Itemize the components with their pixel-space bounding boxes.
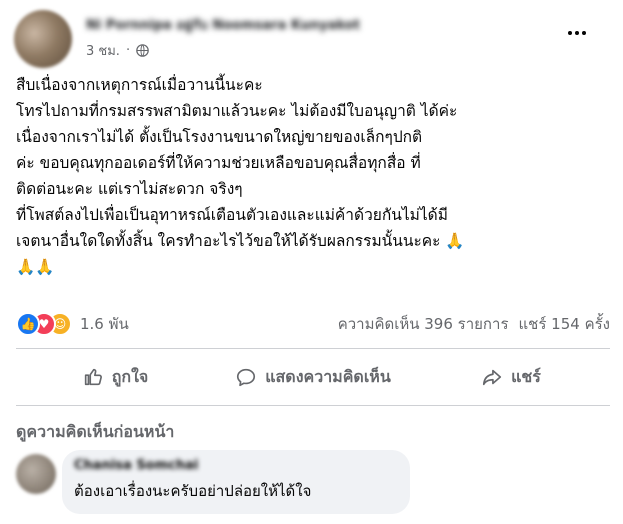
- commenter-avatar[interactable]: [16, 454, 56, 494]
- post-line: ค่ะ ขอบคุณทุกออเดอร์ที่ให้ความช่วยเหลือข…: [16, 154, 421, 172]
- post-meta: 3 ชม. ·: [86, 40, 149, 61]
- post-line: ที่โพสต์ลงไปเพื่อเป็นอุทาหรณ์เตือนตัวเอง…: [16, 206, 448, 224]
- share-button[interactable]: แชร์: [412, 357, 610, 397]
- like-button[interactable]: ถูกใจ: [16, 357, 214, 397]
- share-count[interactable]: แชร์ 154 ครั้ง: [519, 312, 611, 336]
- post-actions: ถูกใจ แสดงความคิดเห็น แชร์: [16, 357, 610, 397]
- comment-bubble: Chanisa Somchai ต้องเอาเรื่องนะครับอย่าป…: [62, 450, 410, 514]
- post-line: เนื่องจากเราไม่ได้ ตั้งเป็นโรงงานขนาดใหญ…: [16, 128, 423, 146]
- share-label: แชร์: [511, 366, 541, 386]
- share-icon: [483, 369, 502, 386]
- post-line: สืบเนื่องจากเหตุการณ์เมื่อวานนี้นะคะ: [16, 76, 263, 94]
- comment-count[interactable]: ความคิดเห็น 396 รายการ: [338, 312, 509, 336]
- view-previous-comments-link[interactable]: ดูความคิดเห็นก่อนหน้า: [16, 420, 174, 445]
- post-line: ติดต่อนะคะ แต่เราไม่สะดวก จริงๆ: [16, 180, 243, 198]
- post-time[interactable]: 3 ชม.: [86, 40, 120, 61]
- commenter-name[interactable]: Chanisa Somchai: [74, 458, 398, 473]
- reactions-row: 👍 ♥ ☺ 1.6 พัน ความคิดเห็น 396 รายการ แชร…: [16, 310, 610, 338]
- reaction-count[interactable]: 1.6 พัน: [80, 312, 129, 336]
- more-options-icon[interactable]: [565, 26, 589, 40]
- divider: [16, 348, 610, 349]
- engagement-stats: ความคิดเห็น 396 รายการ แชร์ 154 ครั้ง: [338, 312, 610, 336]
- separator-dot: ·: [125, 43, 131, 58]
- comment-button[interactable]: แสดงความคิดเห็น: [214, 357, 412, 397]
- comment-label: แสดงความคิดเห็น: [265, 366, 391, 386]
- like-label: ถูกใจ: [111, 366, 149, 386]
- post-line: เจตนาอื่นใดใดทั้งสิ้น ใครทำอะไรไว้ขอให้ไ…: [16, 232, 465, 250]
- post-line: โทรไปถามที่กรมสรรพสามิต￼มาแล้วนะคะ ไม่ต้…: [16, 102, 458, 120]
- author-name[interactable]: Ni Pornnipa อยู่กับ Noomsara Kunyakot: [86, 14, 360, 35]
- like-reaction-icon: 👍: [16, 312, 40, 336]
- thumbs-up-icon: [84, 368, 102, 386]
- divider: [16, 405, 610, 406]
- post-header: Ni Pornnipa อยู่กับ Noomsara Kunyakot 3 …: [10, 8, 613, 68]
- comment-text: ต้องเอาเรื่องนะครับอย่าปล่อยให้ได้ใจ: [74, 482, 312, 500]
- comment-icon: [237, 368, 256, 387]
- post-line: 🙏🙏: [16, 258, 55, 276]
- post-text: สืบเนื่องจากเหตุการณ์เมื่อวานนี้นะคะ โทร…: [16, 72, 610, 280]
- author-avatar[interactable]: [14, 10, 72, 68]
- globe-icon[interactable]: [136, 44, 149, 57]
- post-card: Ni Pornnipa อยู่กับ Noomsara Kunyakot 3 …: [0, 0, 623, 524]
- reaction-icons[interactable]: 👍 ♥ ☺: [16, 312, 72, 336]
- comment-item: Chanisa Somchai ต้องเอาเรื่องนะครับอย่าป…: [16, 450, 610, 520]
